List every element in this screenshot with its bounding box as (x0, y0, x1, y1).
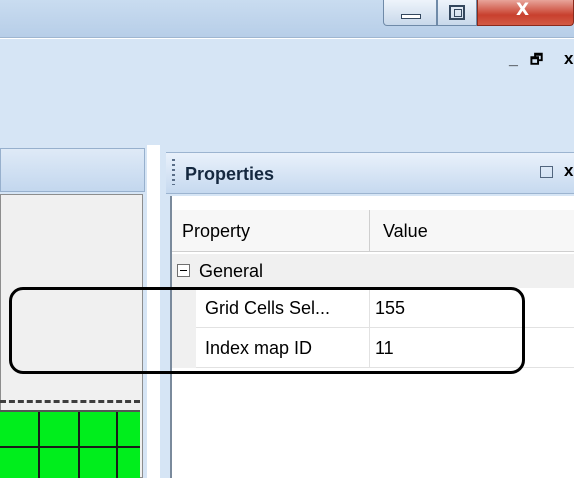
float-window-icon[interactable] (540, 166, 553, 178)
grid-column-line (38, 412, 40, 478)
grid-cells-area[interactable] (0, 410, 140, 478)
mdi-client-area (0, 39, 574, 145)
column-header-property[interactable]: Property (182, 220, 250, 242)
mdi-close-button[interactable]: x (564, 50, 573, 68)
app-window: X _ 🗗 x Properties x Property Value Gene… (0, 0, 574, 478)
column-header-value[interactable]: Value (383, 220, 428, 242)
collapse-toggle-icon[interactable] (177, 264, 190, 277)
restore-window-icon (449, 5, 465, 20)
property-group-label: General (199, 261, 264, 281)
properties-title: Properties (185, 164, 275, 184)
mdi-minimize-button[interactable]: _ (509, 52, 518, 68)
window-maximize-button[interactable] (437, 0, 477, 26)
minimize-icon (401, 14, 421, 19)
properties-close-button[interactable]: x (564, 162, 573, 180)
mdi-restore-button[interactable]: 🗗 (530, 52, 543, 68)
grid-boundary-line (0, 400, 140, 403)
grid-column-line (116, 412, 118, 478)
window-minimize-button[interactable] (383, 0, 437, 26)
grid-row-line (0, 446, 140, 448)
drag-grip-icon[interactable] (172, 159, 175, 185)
column-separator[interactable] (369, 210, 370, 252)
highlight-annotation (9, 287, 525, 374)
document-tab-header[interactable] (0, 148, 145, 192)
window-close-button[interactable]: X (477, 0, 574, 26)
grid-column-line (78, 412, 80, 478)
close-icon: X (516, 0, 530, 20)
